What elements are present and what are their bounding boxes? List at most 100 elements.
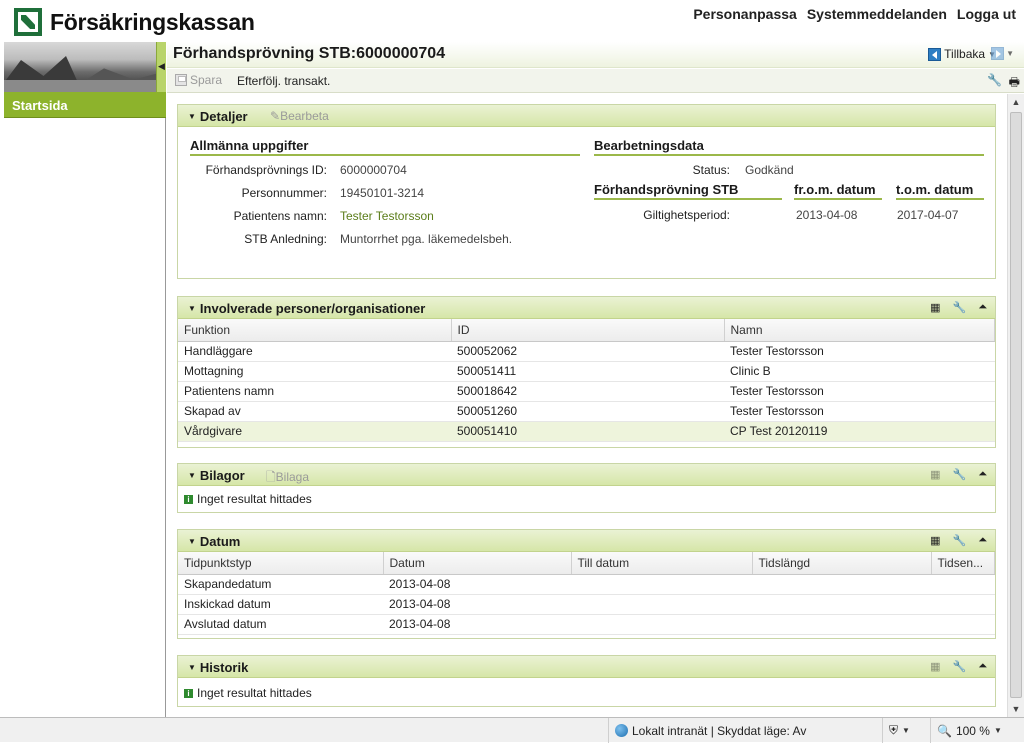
patient-name-link[interactable]: Tester Testorsson: [340, 209, 434, 223]
table-cell: Inskickad datum: [178, 594, 383, 615]
tools-icon[interactable]: 🔧: [987, 73, 1002, 87]
scroll-down-icon[interactable]: ▼: [1008, 701, 1024, 717]
history-title[interactable]: ▼ Historik: [188, 660, 248, 675]
stb-header: Förhandsprövning STB: [594, 182, 782, 200]
field-label: Personnummer:: [241, 186, 327, 200]
table-cell: Mottagning: [178, 361, 451, 382]
magnifier-icon: 🔍: [937, 723, 952, 738]
field-label: Patientens namn:: [233, 209, 327, 223]
dates-panel: ▼ Datum ▦ 🔧 ⏶ Tidpunktstyp Datum Till dat…: [177, 529, 996, 639]
protected-mode-button[interactable]: ⛨ ▼: [882, 718, 930, 743]
header-links: Personanpassa Systemmeddelanden Logga ut: [693, 6, 1016, 22]
table-row[interactable]: Mottagning 500051411 Clinic B: [178, 361, 995, 382]
vertical-scrollbar[interactable]: ▲ ▼: [1007, 94, 1024, 717]
tools-icon[interactable]: 🔧: [952, 301, 966, 314]
from-date-header: fr.o.m. datum: [794, 182, 882, 200]
status-bar: Lokalt intranät | Skyddat läge: Av ⛨ ▼ 🔍…: [0, 717, 1024, 743]
forward-arrow-icon: [991, 47, 1005, 60]
dates-title[interactable]: ▼ Datum: [188, 534, 240, 549]
column-header-namn[interactable]: Namn: [724, 319, 995, 342]
table-row[interactable]: Skapad av 500051260 Tester Testorsson: [178, 401, 995, 422]
field-value-personnummer: 19450101-3214: [340, 186, 425, 200]
followup-transaction-button[interactable]: Efterfölj. transakt.: [237, 74, 330, 88]
table-cell: [931, 574, 995, 595]
status-label: Status:: [692, 163, 730, 177]
logout-link[interactable]: Logga ut: [957, 6, 1016, 22]
column-header-tidslangd[interactable]: Tidslängd: [752, 552, 932, 575]
column-header-funktion[interactable]: Funktion: [178, 319, 452, 342]
scroll-up-icon[interactable]: ▲: [1008, 94, 1024, 110]
processing-data-header: Bearbetningsdata: [594, 138, 984, 156]
collapse-up-icon[interactable]: ⏶: [978, 468, 987, 481]
edit-button[interactable]: ✎Bearbeta: [270, 109, 329, 123]
table-cell: Tester Testorsson: [724, 341, 995, 362]
back-button[interactable]: Tillbaka ▼: [928, 47, 996, 61]
zoom-button[interactable]: 🔍 100 % ▼: [930, 718, 1024, 743]
table-cell: [931, 594, 995, 615]
table-row[interactable]: Patientens namn 500018642 Tester Testors…: [178, 381, 995, 402]
table-cell: [931, 614, 995, 635]
tools-icon[interactable]: 🔧: [952, 534, 966, 547]
to-date-header: t.o.m. datum: [896, 182, 984, 200]
collapse-up-icon[interactable]: ⏶: [978, 534, 987, 547]
involved-table: Funktion ID Namn Handläggare 500052062 T…: [178, 319, 995, 442]
table-cell: [571, 594, 752, 615]
table-cell: [752, 574, 931, 595]
attachments-title[interactable]: ▼ Bilagor: [188, 468, 245, 483]
table-cell: Patientens namn: [178, 381, 451, 402]
export-table-icon[interactable]: ▦: [930, 660, 940, 673]
export-table-icon[interactable]: ▦: [930, 468, 940, 481]
details-panel: ▼ Detaljer ✎Bearbeta Allmänna uppgifter B…: [177, 104, 996, 279]
collapse-up-icon[interactable]: ⏶: [978, 301, 987, 314]
table-row[interactable]: Inskickad datum 2013-04-08: [178, 594, 995, 615]
personalize-link[interactable]: Personanpassa: [693, 6, 797, 22]
export-table-icon[interactable]: ▦: [930, 301, 940, 314]
tools-icon[interactable]: 🔧: [952, 660, 966, 673]
banner-image: [4, 42, 156, 92]
details-title[interactable]: ▼ Detaljer: [188, 109, 248, 124]
involved-title[interactable]: ▼ Involverade personer/organisationer: [188, 301, 425, 316]
involved-panel: ▼ Involverade personer/organisationer ▦ 🔧…: [177, 296, 996, 448]
system-messages-link[interactable]: Systemmeddelanden: [807, 6, 947, 22]
page-header: Förhandsprövning STB:6000000704 Tillbaka…: [167, 42, 1024, 68]
table-row[interactable]: Vårdgivare 500051410 CP Test 20120119: [178, 421, 995, 442]
tools-icon[interactable]: 🔧: [952, 468, 966, 481]
add-attachment-button[interactable]: 🗋Bilaga: [266, 468, 309, 489]
column-header-tidsen[interactable]: Tidsen...: [931, 552, 995, 575]
sidebar-item-startsida[interactable]: Startsida: [4, 92, 166, 118]
table-row[interactable]: Avslutad datum 2013-04-08: [178, 614, 995, 635]
no-result-message: i Inget resultat hittades: [184, 686, 312, 700]
column-header-tidpunktstyp[interactable]: Tidpunktstyp: [178, 552, 384, 575]
logo: Försäkringskassan: [14, 8, 255, 36]
toolbar: Spara Efterfölj. transakt. 🔧 🖶: [167, 69, 1024, 93]
intranet-globe-icon: [615, 724, 628, 737]
column-header-id[interactable]: ID: [451, 319, 725, 342]
attachments-panel: ▼ Bilagor 🗋Bilaga ▦ 🔧 ⏶ i Inget resultat …: [177, 463, 996, 513]
table-cell: 500051411: [451, 361, 724, 382]
logo-text: Försäkringskassan: [50, 8, 255, 35]
info-icon: i: [184, 688, 193, 698]
collapse-up-icon[interactable]: ⏶: [978, 660, 987, 673]
chevron-down-icon: ▼: [993, 726, 1002, 735]
info-icon: i: [184, 494, 193, 504]
no-result-message: i Inget resultat hittades: [184, 492, 312, 506]
zone-indicator: Lokalt intranät | Skyddat läge: Av: [608, 718, 882, 743]
field-value-reason: Muntorrhet pga. läkemedelsbeh.: [340, 232, 513, 246]
export-table-icon[interactable]: ▦: [930, 534, 940, 547]
back-arrow-icon: [928, 47, 942, 61]
save-button[interactable]: Spara: [175, 73, 222, 87]
table-cell: [571, 574, 752, 595]
column-header-till-datum[interactable]: Till datum: [571, 552, 753, 575]
forward-button[interactable]: ▼: [991, 47, 1014, 60]
validity-label: Giltighetsperiod:: [643, 208, 730, 222]
table-cell: 2013-04-08: [383, 594, 571, 615]
table-row[interactable]: Skapandedatum 2013-04-08: [178, 574, 995, 595]
column-header-datum[interactable]: Datum: [383, 552, 572, 575]
table-cell: Avslutad datum: [178, 614, 383, 635]
shield-icon: ⛨: [889, 723, 899, 737]
sidebar-collapse-button[interactable]: ◀: [156, 42, 166, 92]
table-cell: 2013-04-08: [383, 574, 571, 595]
print-icon[interactable]: 🖶: [1009, 73, 1020, 94]
scrollbar-thumb[interactable]: [1010, 112, 1022, 698]
table-row[interactable]: Handläggare 500052062 Tester Testorsson: [178, 341, 995, 362]
